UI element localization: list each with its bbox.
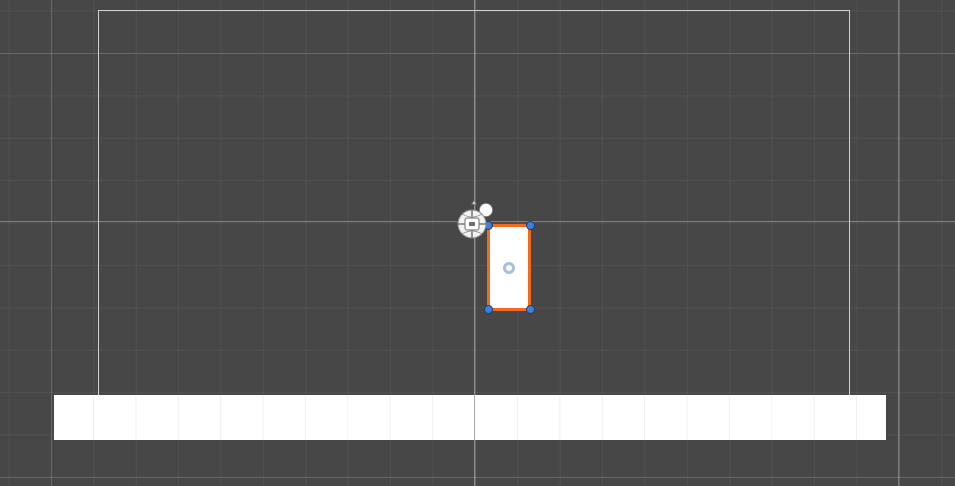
grid-major-line	[898, 0, 899, 486]
pivot-icon[interactable]	[503, 262, 515, 274]
rect-handle-top-right[interactable]	[526, 221, 535, 230]
rect-handle-bottom-left[interactable]	[484, 305, 493, 314]
ground-sprite[interactable]	[54, 395, 886, 440]
world-y-axis-line-overlay	[474, 395, 475, 440]
camera-gizmo-icon[interactable]	[454, 200, 496, 242]
rect-handle-bottom-right[interactable]	[526, 305, 535, 314]
scene-view-canvas[interactable]	[0, 0, 955, 486]
